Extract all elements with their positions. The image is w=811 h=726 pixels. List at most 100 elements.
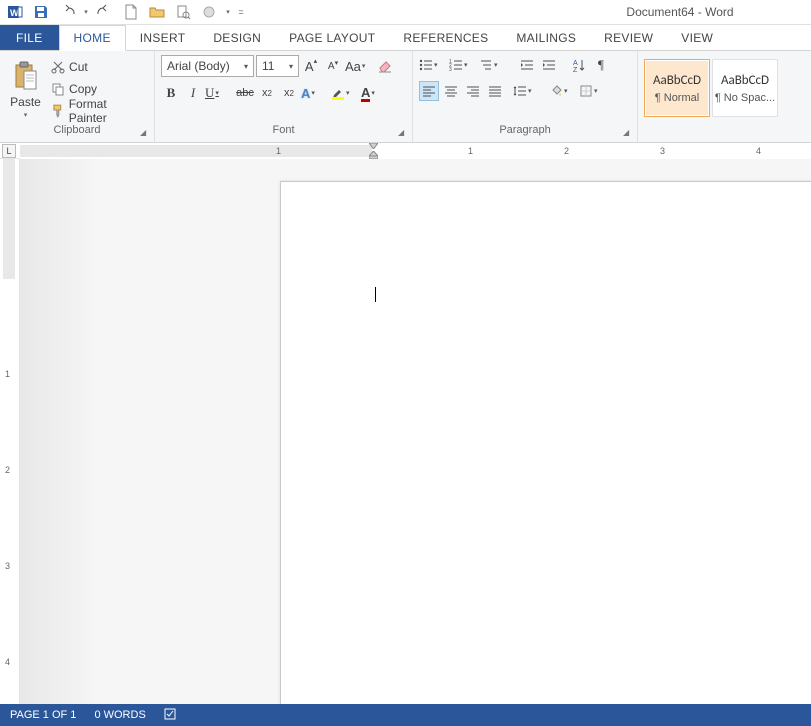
sort-button[interactable]: AZ xyxy=(569,55,589,75)
bold-button[interactable]: B xyxy=(161,83,181,103)
style-normal[interactable]: AaBbCcD ¶ Normal xyxy=(644,59,710,117)
word-app-icon[interactable]: W xyxy=(4,1,26,23)
hanging-indent-icon[interactable] xyxy=(369,151,378,159)
tab-file[interactable]: FILE xyxy=(0,25,59,50)
multilevel-icon xyxy=(479,58,493,72)
save-icon[interactable] xyxy=(30,1,52,23)
status-page[interactable]: PAGE 1 OF 1 xyxy=(10,709,76,721)
page-canvas[interactable] xyxy=(20,159,811,704)
borders-button[interactable]: ▾ xyxy=(579,81,607,101)
sort-icon: AZ xyxy=(572,58,586,72)
change-case-button[interactable]: Aa▾ xyxy=(345,56,373,76)
grow-font-button[interactable]: A▴ xyxy=(301,56,321,76)
group-font: Arial (Body) ▾ 11 ▾ A▴ A▾ Aa▾ B I U▾ xyxy=(155,51,413,142)
undo-dropdown-icon[interactable]: ▾ xyxy=(82,1,90,23)
show-marks-button[interactable]: ¶ xyxy=(591,55,611,75)
print-preview-icon[interactable] xyxy=(172,1,194,23)
spellcheck-icon[interactable] xyxy=(164,707,178,724)
tab-selector[interactable]: L xyxy=(2,144,16,158)
qat-customize-icon[interactable]: = xyxy=(236,1,246,23)
align-left-button[interactable] xyxy=(419,81,439,101)
horizontal-ruler[interactable]: L 1 1 2 3 4 xyxy=(0,143,811,159)
touch-mode-icon[interactable] xyxy=(198,1,220,23)
open-icon[interactable] xyxy=(146,1,168,23)
group-label-paragraph: Paragraph xyxy=(419,124,631,142)
vertical-ruler[interactable]: 1 2 3 4 xyxy=(0,159,20,704)
align-right-button[interactable] xyxy=(463,81,483,101)
line-spacing-icon xyxy=(513,84,527,98)
borders-icon xyxy=(579,84,593,98)
clear-formatting-button[interactable] xyxy=(375,56,395,76)
document-page[interactable] xyxy=(280,181,811,704)
ribbon: Paste ▾ Cut Copy Format Painter Clipboar… xyxy=(0,51,811,143)
chevron-down-icon[interactable]: ▾ xyxy=(286,62,296,71)
svg-text:A: A xyxy=(573,60,578,67)
new-doc-icon[interactable] xyxy=(120,1,142,23)
align-center-icon xyxy=(444,84,458,98)
bullets-button[interactable]: ▾ xyxy=(419,55,447,75)
line-spacing-button[interactable]: ▾ xyxy=(513,81,541,101)
style-no-spacing[interactable]: AaBbCcD ¶ No Spac... xyxy=(712,59,778,117)
tab-review[interactable]: REVIEW xyxy=(590,25,667,50)
indent-icon xyxy=(542,58,556,72)
ribbon-tabs: FILE HOME INSERT DESIGN PAGE LAYOUT REFE… xyxy=(0,25,811,51)
bullets-icon xyxy=(419,58,433,72)
align-right-icon xyxy=(466,84,480,98)
redo-icon[interactable] xyxy=(94,1,116,23)
text-cursor xyxy=(375,287,376,302)
group-paragraph: ▾ 123▾ ▾ AZ ¶ ▾ xyxy=(413,51,638,142)
status-bar: PAGE 1 OF 1 0 WORDS xyxy=(0,704,811,726)
italic-button[interactable]: I xyxy=(183,83,203,103)
tab-view[interactable]: VIEW xyxy=(667,25,727,50)
font-size-combo[interactable]: 11 ▾ xyxy=(256,55,299,77)
first-line-indent-icon[interactable] xyxy=(369,143,378,149)
quick-access-toolbar: W ▾ ▾ = xyxy=(4,1,246,23)
paint-bucket-icon xyxy=(549,84,563,98)
copy-button[interactable]: Copy xyxy=(49,79,148,99)
copy-icon xyxy=(51,82,65,96)
superscript-button[interactable]: x2 xyxy=(279,83,299,103)
strikethrough-button[interactable]: abc xyxy=(235,83,255,103)
highlighter-icon xyxy=(331,86,345,100)
paste-label: Paste xyxy=(10,95,41,109)
tab-page-layout[interactable]: PAGE LAYOUT xyxy=(275,25,389,50)
tab-insert[interactable]: INSERT xyxy=(126,25,200,50)
tab-references[interactable]: REFERENCES xyxy=(389,25,502,50)
numbering-icon: 123 xyxy=(449,58,463,72)
scissors-icon xyxy=(51,60,65,74)
font-launcher-icon[interactable]: ◢ xyxy=(398,128,410,140)
svg-text:Z: Z xyxy=(573,67,578,72)
justify-button[interactable] xyxy=(485,81,505,101)
group-label-font: Font xyxy=(161,124,406,142)
cut-button[interactable]: Cut xyxy=(49,57,148,77)
decrease-indent-button[interactable] xyxy=(517,55,537,75)
status-words[interactable]: 0 WORDS xyxy=(94,709,145,721)
format-painter-button[interactable]: Format Painter xyxy=(49,101,148,121)
outdent-icon xyxy=(520,58,534,72)
align-left-icon xyxy=(422,84,436,98)
paste-button[interactable]: Paste ▾ xyxy=(6,55,45,124)
shrink-font-button[interactable]: A▾ xyxy=(323,56,343,76)
undo-icon[interactable] xyxy=(56,1,78,23)
text-effects-button[interactable]: A▾ xyxy=(301,83,329,103)
subscript-button[interactable]: x2 xyxy=(257,83,277,103)
shading-button[interactable]: ▾ xyxy=(549,81,577,101)
font-name-combo[interactable]: Arial (Body) ▾ xyxy=(161,55,254,77)
multilevel-list-button[interactable]: ▾ xyxy=(479,55,507,75)
paragraph-launcher-icon[interactable]: ◢ xyxy=(623,128,635,140)
tab-design[interactable]: DESIGN xyxy=(199,25,275,50)
underline-button[interactable]: U▾ xyxy=(205,83,233,103)
group-label-clipboard: Clipboard xyxy=(6,124,148,142)
increase-indent-button[interactable] xyxy=(539,55,559,75)
highlight-button[interactable]: ▾ xyxy=(331,83,359,103)
numbering-button[interactable]: 123▾ xyxy=(449,55,477,75)
tab-mailings[interactable]: MAILINGS xyxy=(502,25,590,50)
title-bar: W ▾ ▾ = Document64 - Word xyxy=(0,0,811,25)
paintbrush-icon xyxy=(51,104,65,118)
font-color-button[interactable]: A▾ xyxy=(361,83,389,103)
qat-dropdown-icon[interactable]: ▾ xyxy=(224,1,232,23)
tab-home[interactable]: HOME xyxy=(59,25,126,51)
align-center-button[interactable] xyxy=(441,81,461,101)
clipboard-launcher-icon[interactable]: ◢ xyxy=(140,128,152,140)
chevron-down-icon[interactable]: ▾ xyxy=(241,62,251,71)
